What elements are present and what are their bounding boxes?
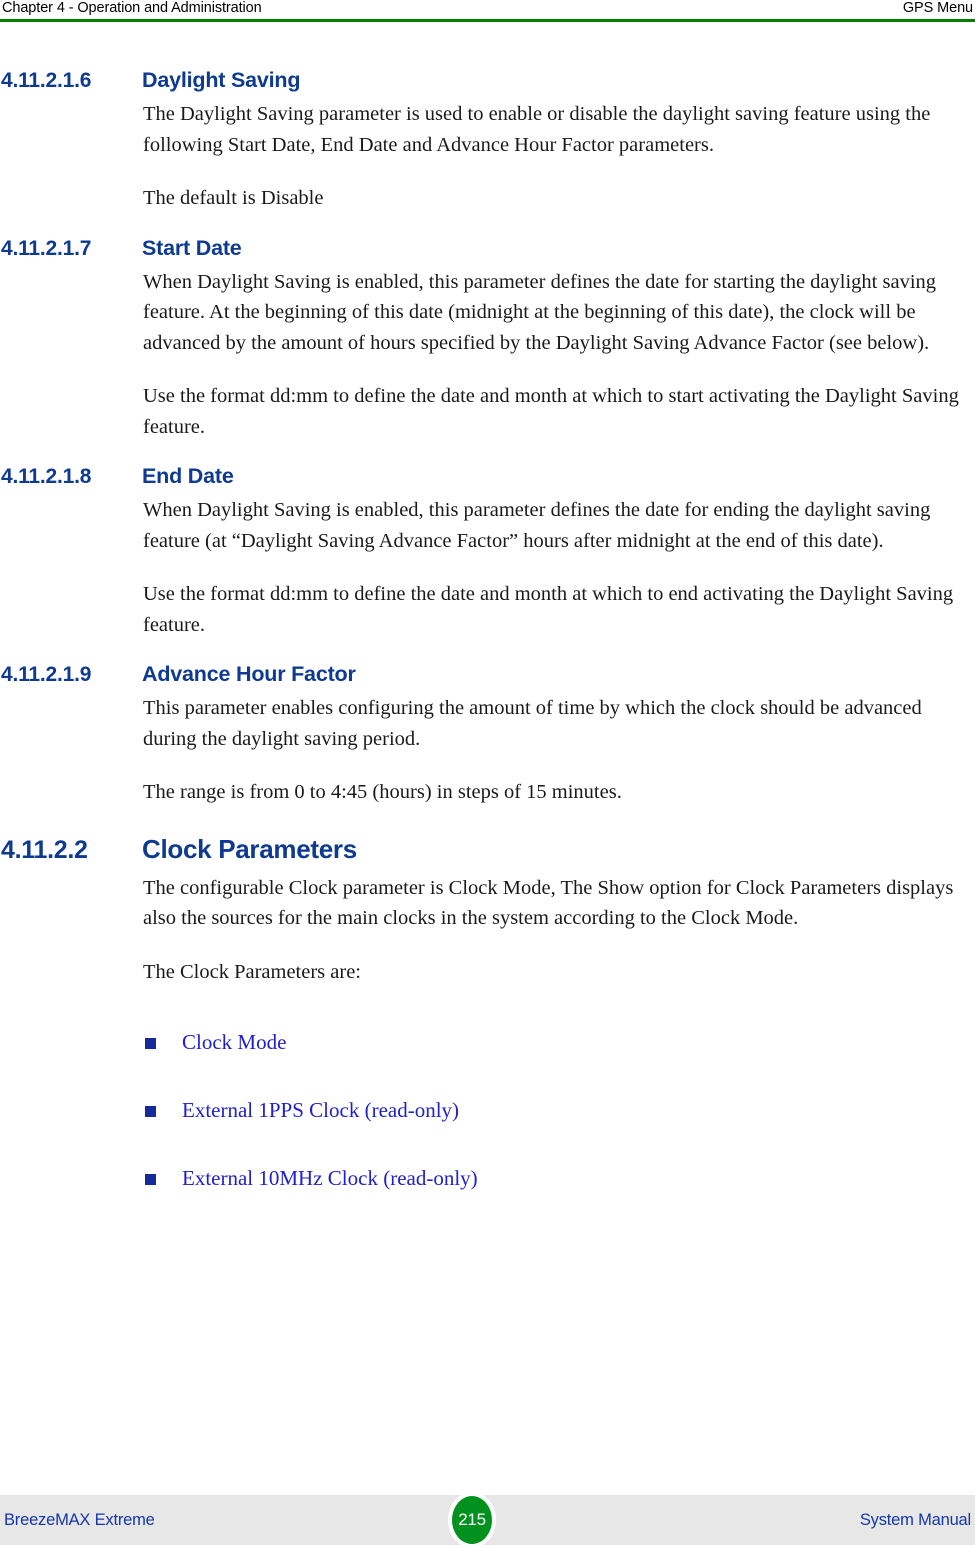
- heading-start-date: 4.11.2.1.7 Start Date: [0, 236, 975, 261]
- paragraph: The default is Disable: [143, 187, 324, 209]
- heading-title: Advance Hour Factor: [142, 662, 356, 686]
- link-external-1pps-clock[interactable]: External 1PPS Clock (read-only): [182, 1097, 459, 1123]
- square-bullet-icon: [145, 1105, 156, 1117]
- square-bullet-icon: [145, 1037, 156, 1049]
- footer-product-name: BreezeMAX Extreme: [4, 1510, 155, 1529]
- section-end-date: 4.11.2.1.8 End Date When Daylight Saving…: [0, 464, 975, 640]
- paragraph: This parameter enables configuring the a…: [143, 697, 922, 750]
- clock-parameters-list: Clock Mode External 1PPS Clock (read-onl…: [0, 1029, 975, 1191]
- page-footer-row: BreezeMAX Extreme 215 System Manual: [0, 1492, 975, 1548]
- page-footer: BreezeMAX Extreme 215 System Manual: [0, 1492, 975, 1548]
- section-clock-parameters: 4.11.2.2 Clock Parameters The configurab…: [0, 834, 975, 1192]
- heading-title: Daylight Saving: [142, 68, 301, 92]
- heading-clock-parameters: 4.11.2.2 Clock Parameters: [0, 834, 975, 865]
- heading-end-date: 4.11.2.1.8 End Date: [0, 464, 975, 489]
- square-bullet-icon: [145, 1173, 156, 1185]
- paragraph-list-lead: The Clock Parameters are:: [143, 960, 362, 983]
- list-item: Clock Mode: [0, 1029, 975, 1055]
- heading-number: 4.11.2.1.6: [1, 69, 92, 92]
- heading-title: End Date: [142, 464, 234, 488]
- header-green-rule: [0, 19, 975, 22]
- header-chapter-title: Chapter 4 - Operation and Administration: [2, 0, 262, 16]
- paragraph: Use the format dd:mm to define the date …: [143, 583, 954, 636]
- heading-title: Clock Parameters: [142, 833, 357, 864]
- paragraph: When Daylight Saving is enabled, this pa…: [143, 499, 931, 552]
- paragraph: The configurable Clock parameter is Cloc…: [143, 876, 954, 930]
- heading-title: Start Date: [142, 235, 242, 260]
- heading-number: 4.11.2.1.7: [1, 236, 92, 260]
- heading-advance-hour-factor: 4.11.2.1.9 Advance Hour Factor: [0, 662, 975, 687]
- section-start-date: 4.11.2.1.7 Start Date When Daylight Savi…: [0, 236, 975, 443]
- list-item: External 10MHz Clock (read-only): [0, 1165, 975, 1191]
- paragraph: Use the format dd:mm to define the date …: [143, 385, 959, 438]
- heading-number: 4.11.2.2: [1, 835, 88, 864]
- link-external-10mhz-clock[interactable]: External 10MHz Clock (read-only): [182, 1165, 478, 1191]
- section-advance-hour-factor: 4.11.2.1.9 Advance Hour Factor This para…: [0, 662, 975, 808]
- heading-number: 4.11.2.1.9: [1, 663, 92, 686]
- page-number-badge: 215: [448, 1492, 496, 1548]
- heading-daylight-saving: 4.11.2.1.6 Daylight Saving: [0, 68, 975, 93]
- list-item: External 1PPS Clock (read-only): [0, 1097, 975, 1123]
- paragraph: When Daylight Saving is enabled, this pa…: [143, 270, 937, 354]
- section-daylight-saving: 4.11.2.1.6 Daylight Saving The Daylight …: [0, 68, 975, 214]
- header-section-title: GPS Menu: [902, 0, 973, 16]
- paragraph: The Daylight Saving parameter is used to…: [143, 103, 931, 156]
- heading-number: 4.11.2.1.8: [1, 465, 92, 488]
- footer-document-name: System Manual: [859, 1510, 971, 1529]
- link-clock-mode[interactable]: Clock Mode: [182, 1029, 286, 1055]
- page-header-row: Chapter 4 - Operation and Administration…: [0, 0, 975, 17]
- paragraph: The range is from 0 to 4:45 (hours) in s…: [143, 781, 622, 803]
- page-header: Chapter 4 - Operation and Administration…: [0, 0, 975, 22]
- page-content: 4.11.2.1.6 Daylight Saving The Daylight …: [0, 26, 975, 1191]
